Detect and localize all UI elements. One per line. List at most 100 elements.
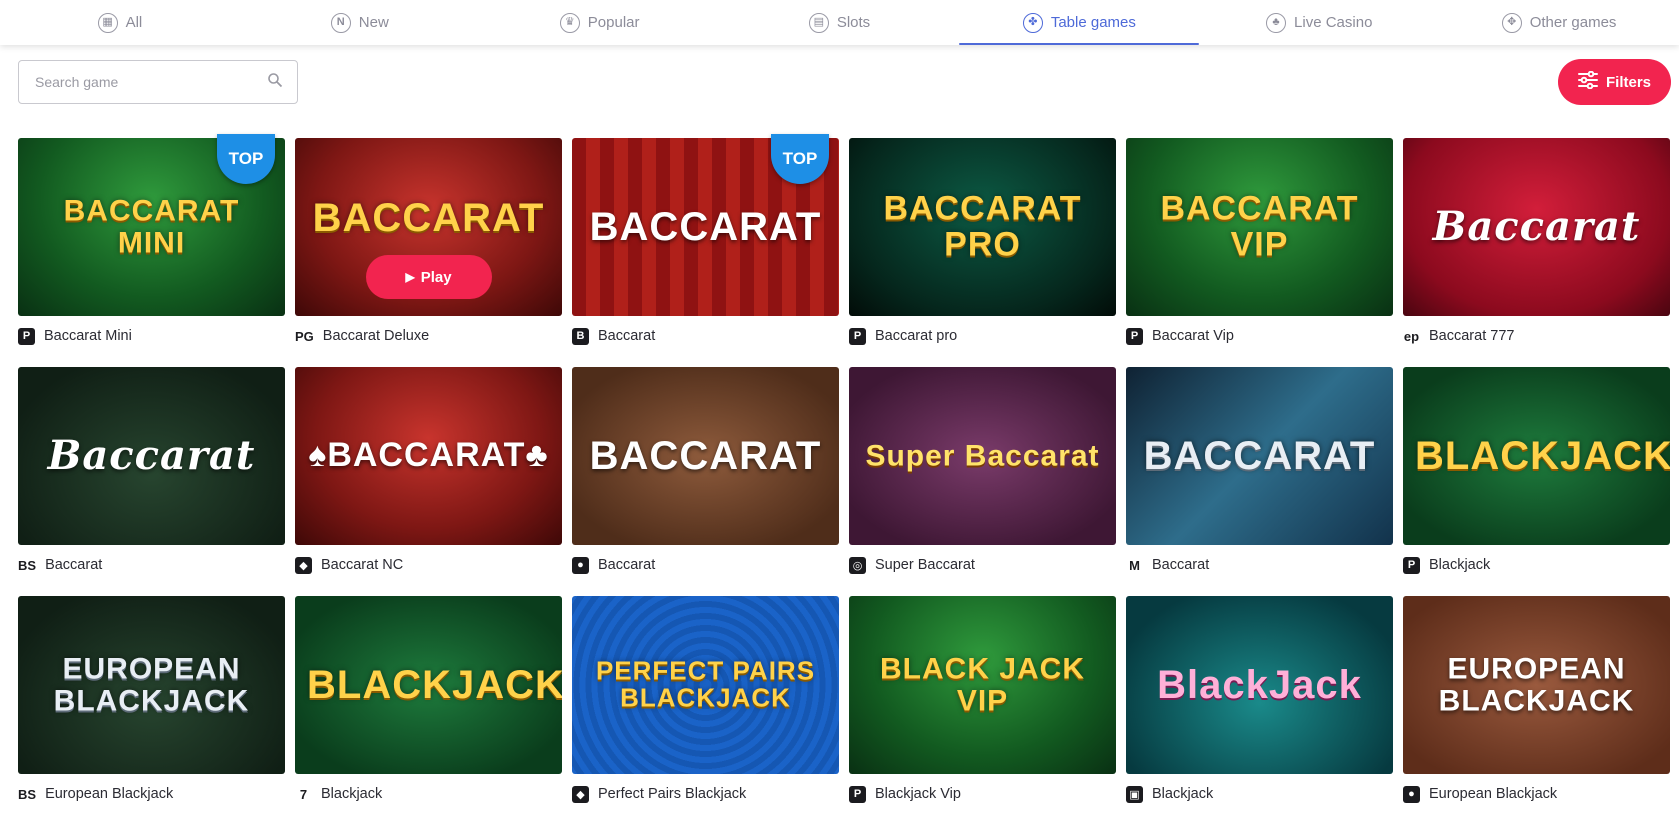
game-thumbnail[interactable]: EUROPEAN BLACKJACK	[1403, 596, 1670, 774]
tab-popular[interactable]: ♛ Popular	[480, 0, 720, 45]
game-thumbnail-title: EUROPEAN BLACKJACK	[1438, 652, 1635, 717]
game-thumbnail[interactable]: BLACKJACK	[1403, 367, 1670, 545]
game-name[interactable]: Baccarat Vip	[1152, 328, 1234, 344]
game-card[interactable]: PERFECT PAIRS BLACKJACK ◆ Perfect Pairs Bl…	[572, 596, 839, 803]
game-thumbnail[interactable]: BLACKJACK	[295, 596, 562, 774]
game-thumbnail-title: Baccarat	[1432, 203, 1641, 250]
game-name[interactable]: Super Baccarat	[875, 557, 975, 573]
game-meta: BS European Blackjack	[18, 784, 173, 804]
search-icon[interactable]	[267, 72, 283, 93]
game-card[interactable]: BACCARAT M Baccarat	[1126, 367, 1393, 573]
game-grid: BACCARAT MINI TOP P Baccarat Mini BACCARAT ▶ P…	[18, 134, 1672, 803]
game-card[interactable]: Super Baccarat ◎ Super Baccarat	[849, 367, 1116, 574]
game-thumbnail[interactable]: Baccarat	[1403, 138, 1670, 316]
tab-label: Table games	[1050, 14, 1136, 31]
game-card[interactable]: BACCARAT TOP B Baccarat	[572, 134, 839, 345]
game-name[interactable]: Blackjack Vip	[875, 786, 961, 802]
game-name[interactable]: Baccarat	[598, 328, 655, 344]
game-card[interactable]: BLACKJACK P Blackjack	[1403, 367, 1670, 574]
game-thumbnail[interactable]: BACCARAT PRO	[849, 138, 1116, 316]
game-thumbnail[interactable]: Baccarat	[18, 367, 285, 545]
popular-icon: ♛	[559, 12, 580, 33]
game-meta: P Blackjack	[1403, 555, 1490, 575]
game-thumbnail[interactable]: BACCARAT VIP	[1126, 138, 1393, 316]
game-meta: M Baccarat	[1126, 555, 1209, 575]
tab-label: All	[125, 14, 143, 31]
tab-label: New	[358, 14, 389, 31]
game-thumbnail-title: BACCARAT	[1143, 434, 1376, 478]
game-name[interactable]: Baccarat	[1152, 557, 1209, 573]
game-name[interactable]: Baccarat Deluxe	[323, 328, 429, 344]
game-card[interactable]: EUROPEAN BLACKJACK BS European Blackjack	[18, 596, 285, 802]
provider-logo-icon: P	[849, 327, 866, 345]
game-card[interactable]: BACCARAT PRO P Baccarat pro	[849, 138, 1116, 345]
game-card[interactable]: BLACK JACK VIP P Blackjack Vip	[849, 596, 1116, 803]
game-name[interactable]: Blackjack	[1152, 786, 1213, 802]
game-thumbnail[interactable]: BLACK JACK VIP	[849, 596, 1116, 774]
game-meta: ● European Blackjack	[1403, 784, 1557, 804]
game-thumbnail-title: BlackJack	[1157, 663, 1362, 707]
game-meta: ◆ Perfect Pairs Blackjack	[572, 784, 746, 804]
game-card[interactable]: BLACKJACK 7 Blackjack	[295, 596, 562, 802]
game-name[interactable]: Baccarat NC	[321, 557, 403, 573]
tab-table-games[interactable]: ✤ Table games	[959, 0, 1200, 45]
game-card[interactable]: BlackJack ▣ Blackjack	[1126, 596, 1393, 803]
table-games-icon: ✤	[1022, 12, 1043, 33]
game-thumbnail[interactable]: Super Baccarat	[849, 367, 1116, 545]
game-card[interactable]: EUROPEAN BLACKJACK ● European Blackjack	[1403, 596, 1670, 803]
game-thumbnail[interactable]: PERFECT PAIRS BLACKJACK	[572, 596, 839, 774]
tab-new[interactable]: N New	[240, 0, 480, 45]
game-card[interactable]: BACCARAT VIP P Baccarat Vip	[1126, 138, 1393, 345]
tab-other-games[interactable]: ✥ Other games	[1439, 0, 1679, 45]
game-thumbnail[interactable]: BACCARAT ▶ Play	[295, 138, 562, 316]
game-card[interactable]: Baccarat ep Baccarat 777	[1403, 138, 1670, 344]
tab-live-casino[interactable]: ♣ Live Casino	[1199, 0, 1439, 45]
game-name[interactable]: Baccarat	[598, 557, 655, 573]
game-card[interactable]: BACCARAT ● Baccarat	[572, 367, 839, 574]
grid-icon: ▦	[97, 12, 118, 33]
game-name[interactable]: Baccarat pro	[875, 328, 957, 344]
game-thumbnail-title: BACCARAT VIP	[1160, 189, 1359, 263]
game-card[interactable]: BACCARAT ▶ Play PG Baccarat Deluxe	[295, 138, 562, 344]
game-name[interactable]: Perfect Pairs Blackjack	[598, 786, 746, 802]
game-name[interactable]: Blackjack	[321, 786, 382, 802]
game-thumbnail[interactable]: BACCARAT	[1126, 367, 1393, 545]
filters-button[interactable]: Filters	[1558, 59, 1671, 105]
provider-logo-icon: ep	[1403, 328, 1420, 344]
game-thumbnail[interactable]: EUROPEAN BLACKJACK	[18, 596, 285, 774]
play-icon: ▶	[405, 270, 415, 284]
game-thumbnail-title: Super Baccarat	[865, 439, 1100, 473]
game-name[interactable]: Baccarat	[45, 557, 102, 573]
sliders-icon	[1577, 70, 1598, 93]
provider-logo-icon: ●	[1403, 785, 1420, 803]
game-card[interactable]: BACCARAT MINI TOP P Baccarat Mini	[18, 134, 285, 345]
search-input[interactable]	[35, 74, 267, 90]
play-label: Play	[420, 268, 452, 286]
play-button[interactable]: ▶ Play	[365, 255, 492, 299]
tab-label: Other games	[1529, 14, 1617, 31]
game-meta: P Baccarat pro	[849, 326, 957, 346]
game-thumbnail-title: BLACKJACK	[307, 663, 562, 707]
search-box[interactable]	[18, 60, 298, 104]
game-card[interactable]: ♠BACCARAT♣ ◆ Baccarat NC	[295, 367, 562, 574]
game-meta: 7 Blackjack	[295, 784, 382, 804]
game-meta: ◎ Super Baccarat	[849, 555, 975, 575]
game-card[interactable]: Baccarat BS Baccarat	[18, 367, 285, 573]
tab-all[interactable]: ▦ All	[0, 0, 240, 45]
game-meta: PG Baccarat Deluxe	[295, 326, 429, 346]
game-thumbnail[interactable]: ♠BACCARAT♣	[295, 367, 562, 545]
game-thumbnail[interactable]: BlackJack	[1126, 596, 1393, 774]
game-thumbnail[interactable]: BACCARAT	[572, 367, 839, 545]
other-games-icon: ✥	[1501, 12, 1522, 33]
game-name[interactable]: Baccarat Mini	[44, 328, 132, 344]
game-meta: ▣ Blackjack	[1126, 784, 1213, 804]
game-name[interactable]: Blackjack	[1429, 557, 1490, 573]
new-icon: N	[330, 12, 351, 33]
game-name[interactable]: European Blackjack	[1429, 786, 1557, 802]
game-meta: P Baccarat Vip	[1126, 326, 1234, 346]
provider-logo-icon: P	[1403, 556, 1420, 574]
game-name[interactable]: Baccarat 777	[1429, 328, 1514, 344]
tab-slots[interactable]: ▤ Slots	[720, 0, 960, 45]
game-meta: BS Baccarat	[18, 555, 102, 575]
game-name[interactable]: European Blackjack	[45, 786, 173, 802]
